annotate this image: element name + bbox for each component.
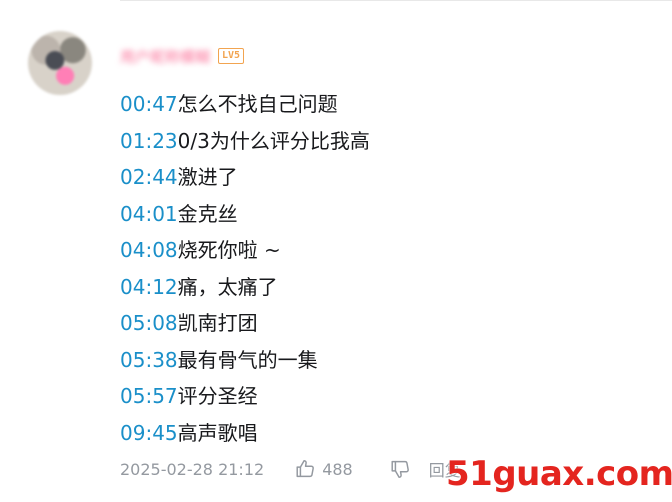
thumbs-down-icon xyxy=(391,460,409,478)
level-badge: LV5 xyxy=(218,48,245,64)
comment-line: 05:08凯南打团 xyxy=(120,308,370,345)
comment-body: 00:47怎么不找自己问题 01:230/3为什么评分比我高 02:44激进了 … xyxy=(120,89,370,454)
timestamp-link[interactable]: 05:38 xyxy=(120,348,178,372)
watermark: 51guax.com xyxy=(446,454,672,494)
comment-item: 用户昵称模糊 LV5 00:47怎么不找自己问题 01:230/3为什么评分比我… xyxy=(0,0,672,502)
comment-line: 00:47怎么不找自己问题 xyxy=(120,89,370,126)
dislike-button[interactable] xyxy=(389,458,411,480)
comment-line-text: 烧死你啦 ~ xyxy=(177,238,281,262)
avatar[interactable] xyxy=(28,31,92,95)
timestamp-link[interactable]: 05:08 xyxy=(120,311,178,335)
comment-line-text: 痛，太痛了 xyxy=(177,274,278,299)
timestamp-link[interactable]: 09:45 xyxy=(120,421,178,445)
comment-line: 04:01金克丝 xyxy=(120,199,370,236)
comment-line: 04:08烧死你啦 ~ xyxy=(120,235,370,272)
comment-line-text: 0/3为什么评分比我高 xyxy=(177,128,370,153)
timestamp-link[interactable]: 04:08 xyxy=(120,238,178,262)
comment-line: 01:230/3为什么评分比我高 xyxy=(120,126,370,163)
comment-line-text: 怎么不找自己问题 xyxy=(177,92,338,116)
comment-line-text: 高声歌唱 xyxy=(177,420,258,445)
comment-line: 09:45高声歌唱 xyxy=(120,418,370,455)
timestamp-link[interactable]: 02:44 xyxy=(120,165,178,189)
comment-line-text: 评分圣经 xyxy=(177,384,258,408)
comment-footer: 2025-02-28 21:12 488 回复 xyxy=(120,456,461,482)
timestamp-link[interactable]: 04:01 xyxy=(120,202,178,226)
comment-date: 2025-02-28 21:12 xyxy=(120,459,265,479)
like-count: 488 xyxy=(322,459,353,479)
timestamp-link[interactable]: 05:57 xyxy=(120,384,178,408)
timestamp-link[interactable]: 04:12 xyxy=(120,275,178,299)
comment-line: 05:38最有骨气的一集 xyxy=(120,345,370,382)
comment-line: 02:44激进了 xyxy=(120,162,370,199)
comment-line-text: 金克丝 xyxy=(177,201,238,226)
like-button[interactable]: 488 xyxy=(294,458,389,480)
comment-line-text: 最有骨气的一集 xyxy=(177,347,318,372)
comment-line: 05:57评分圣经 xyxy=(120,381,370,418)
username-row: 用户昵称模糊 LV5 xyxy=(120,44,245,68)
timestamp-link[interactable]: 00:47 xyxy=(120,92,178,116)
timestamp-link[interactable]: 01:23 xyxy=(120,129,178,153)
thumbs-up-icon xyxy=(296,460,315,478)
comment-line-text: 凯南打团 xyxy=(177,311,258,335)
username[interactable]: 用户昵称模糊 xyxy=(120,46,210,67)
comment-line: 04:12痛，太痛了 xyxy=(120,272,370,309)
comment-line-text: 激进了 xyxy=(177,165,238,189)
